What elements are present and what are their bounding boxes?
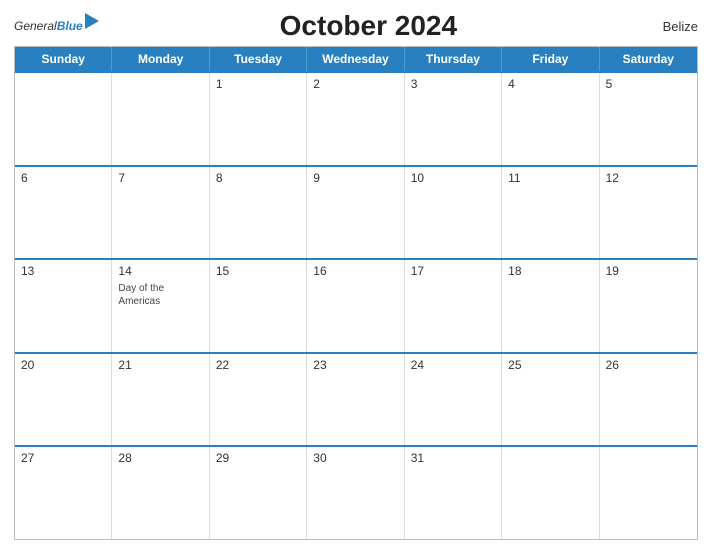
cal-cell-empty-3 — [502, 447, 599, 539]
cal-cell-oct-13: 13 — [15, 260, 112, 352]
header-sunday: Sunday — [15, 47, 112, 71]
cal-cell-oct-18: 18 — [502, 260, 599, 352]
calendar: Sunday Monday Tuesday Wednesday Thursday… — [14, 46, 698, 540]
cal-cell-empty-2 — [112, 73, 209, 165]
cal-cell-oct-9: 9 — [307, 167, 404, 259]
cal-cell-oct-12: 12 — [600, 167, 697, 259]
cal-cell-oct-19: 19 — [600, 260, 697, 352]
cal-cell-empty-4 — [600, 447, 697, 539]
cal-cell-oct-2: 2 — [307, 73, 404, 165]
cal-cell-oct-8: 8 — [210, 167, 307, 259]
cal-cell-oct-27: 27 — [15, 447, 112, 539]
cal-cell-oct-25: 25 — [502, 354, 599, 446]
week-row-2: 6 7 8 9 10 11 12 — [15, 165, 697, 259]
calendar-body: 1 2 3 4 5 6 7 8 9 10 11 12 13 14 — [15, 71, 697, 539]
cal-cell-oct-21: 21 — [112, 354, 209, 446]
cal-cell-oct-22: 22 — [210, 354, 307, 446]
cal-cell-oct-23: 23 — [307, 354, 404, 446]
day-of-americas-event: Day of the Americas — [118, 282, 202, 308]
cal-cell-oct-15: 15 — [210, 260, 307, 352]
cal-cell-oct-16: 16 — [307, 260, 404, 352]
cal-cell-oct-10: 10 — [405, 167, 502, 259]
cal-cell-oct-17: 17 — [405, 260, 502, 352]
header-wednesday: Wednesday — [307, 47, 404, 71]
cal-cell-oct-24: 24 — [405, 354, 502, 446]
week-row-1: 1 2 3 4 5 — [15, 71, 697, 165]
cal-cell-oct-4: 4 — [502, 73, 599, 165]
header: General Blue October 2024 Belize — [14, 10, 698, 42]
cal-cell-oct-5: 5 — [600, 73, 697, 165]
cal-cell-oct-1: 1 — [210, 73, 307, 165]
cal-cell-oct-14: 14 Day of the Americas — [112, 260, 209, 352]
logo-general-text: General — [14, 19, 57, 33]
logo: General Blue — [14, 19, 99, 33]
cal-cell-oct-6: 6 — [15, 167, 112, 259]
country-label: Belize — [638, 19, 698, 34]
cal-cell-oct-28: 28 — [112, 447, 209, 539]
calendar-header: Sunday Monday Tuesday Wednesday Thursday… — [15, 47, 697, 71]
cal-cell-oct-29: 29 — [210, 447, 307, 539]
header-friday: Friday — [502, 47, 599, 71]
cal-cell-oct-20: 20 — [15, 354, 112, 446]
calendar-title: October 2024 — [99, 10, 638, 42]
header-thursday: Thursday — [405, 47, 502, 71]
cal-cell-empty-1 — [15, 73, 112, 165]
cal-cell-oct-31: 31 — [405, 447, 502, 539]
cal-cell-oct-7: 7 — [112, 167, 209, 259]
week-row-5: 27 28 29 30 31 — [15, 445, 697, 539]
header-tuesday: Tuesday — [210, 47, 307, 71]
page: General Blue October 2024 Belize Sunday … — [0, 0, 712, 550]
logo-blue-text: Blue — [57, 19, 83, 33]
cal-cell-oct-11: 11 — [502, 167, 599, 259]
header-saturday: Saturday — [600, 47, 697, 71]
header-monday: Monday — [112, 47, 209, 71]
week-row-3: 13 14 Day of the Americas 15 16 17 18 19 — [15, 258, 697, 352]
logo-triangle-icon — [85, 13, 99, 29]
cal-cell-oct-3: 3 — [405, 73, 502, 165]
week-row-4: 20 21 22 23 24 25 26 — [15, 352, 697, 446]
cal-cell-oct-30: 30 — [307, 447, 404, 539]
cal-cell-oct-26: 26 — [600, 354, 697, 446]
